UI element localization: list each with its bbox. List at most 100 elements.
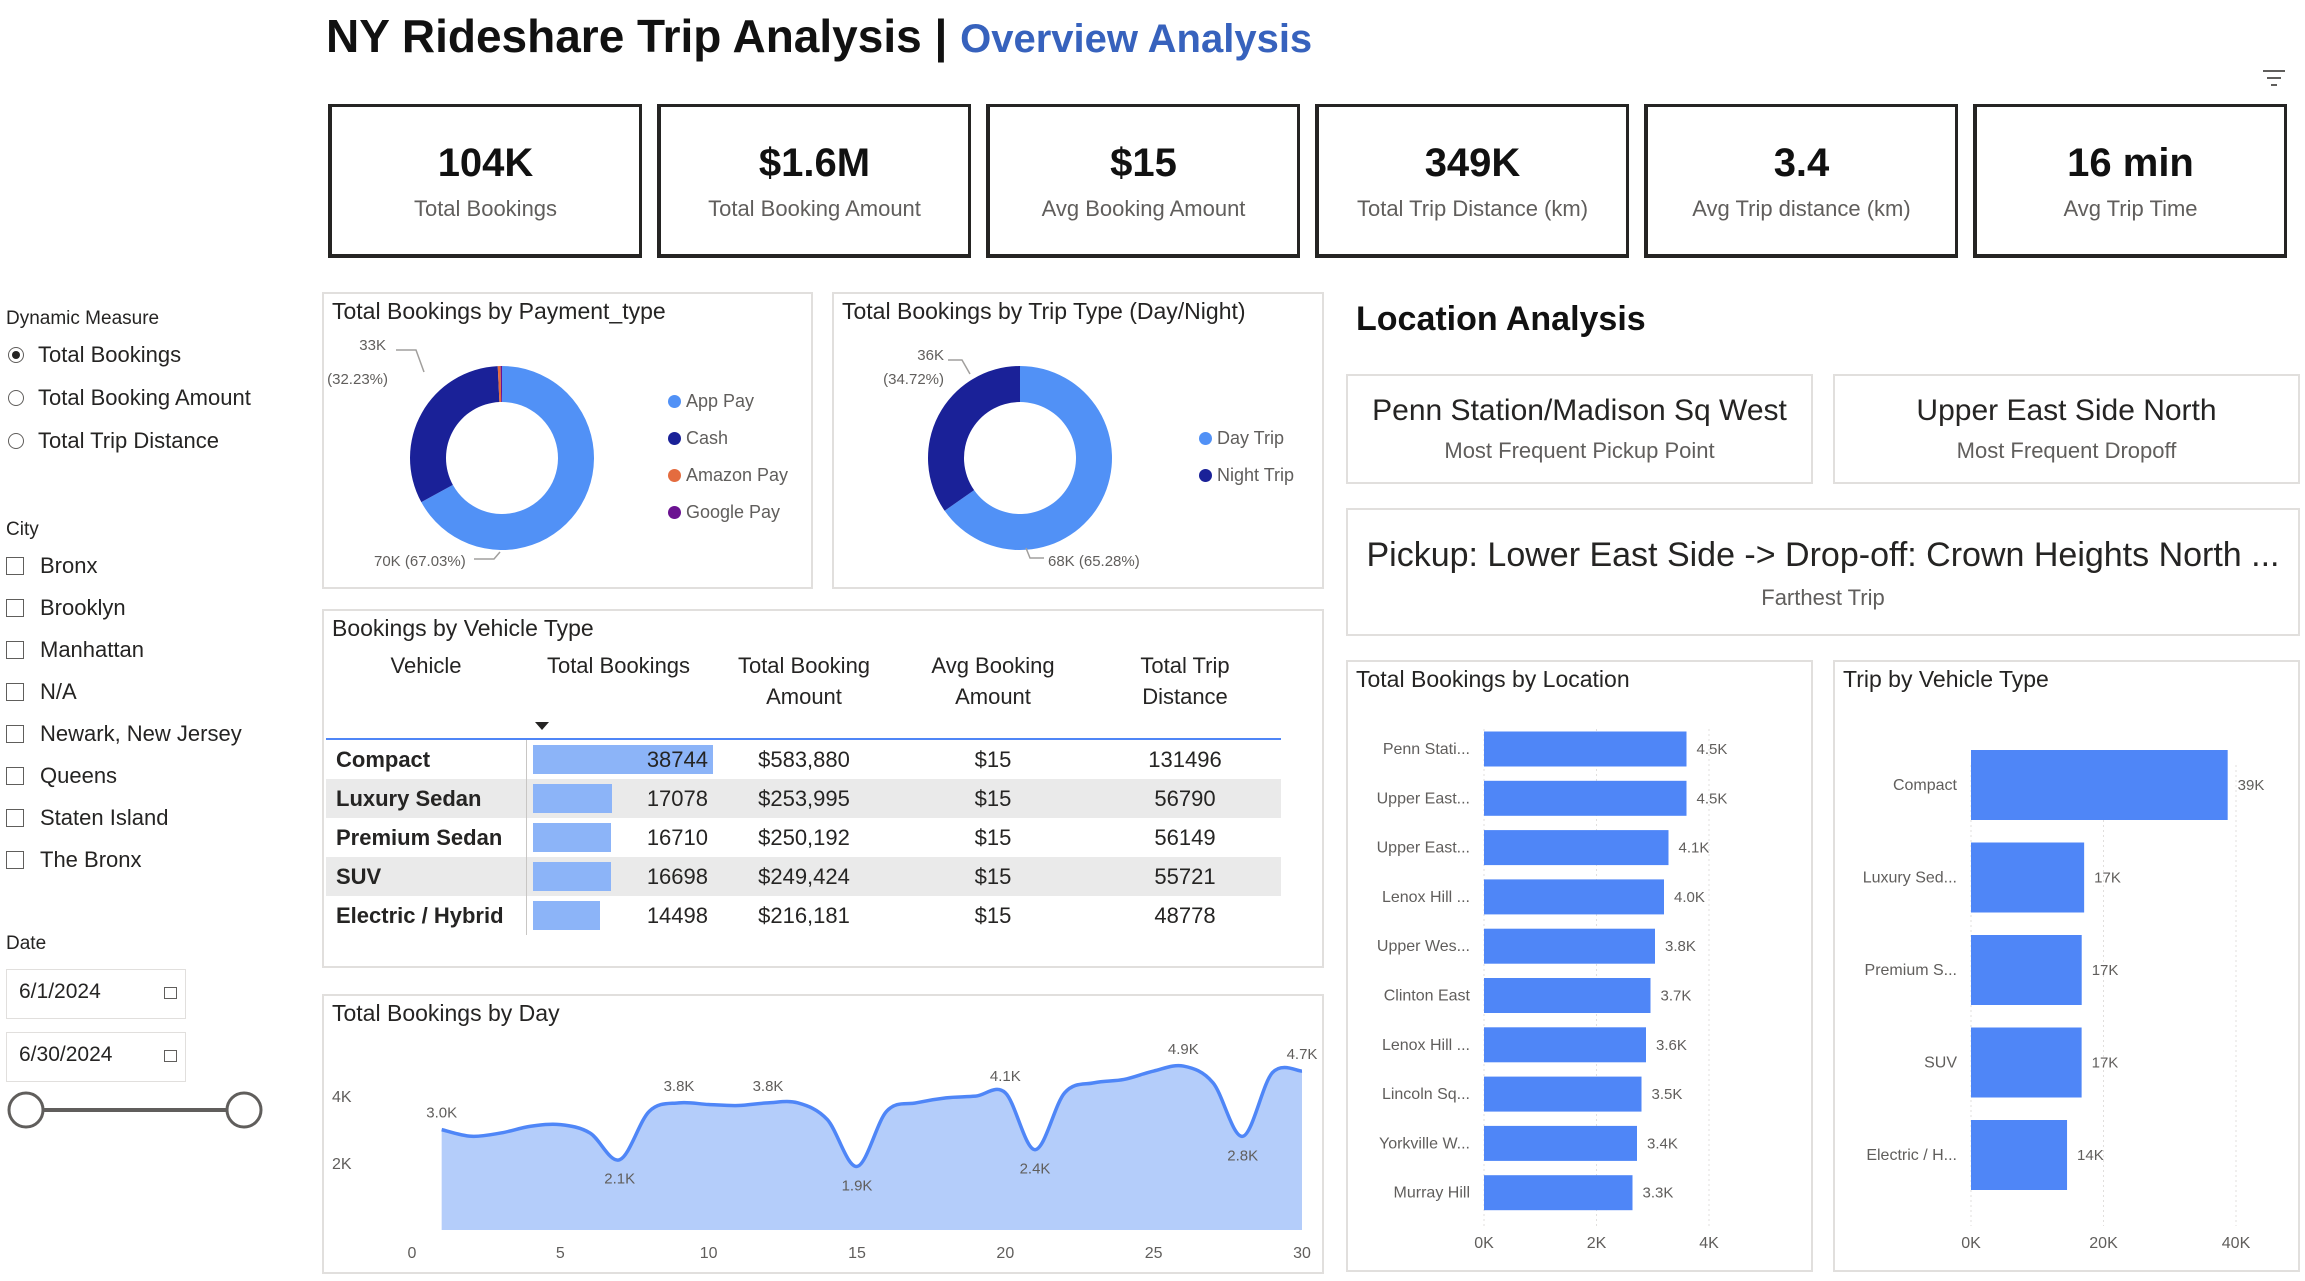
data-label: 68K (65.28%) <box>1048 553 1140 570</box>
data-label: (34.72%) <box>883 371 944 388</box>
date-range-slider[interactable] <box>6 1090 266 1130</box>
city-option-newark[interactable]: Newark, New Jersey <box>6 721 242 747</box>
value-label: 3.7K <box>1661 988 1692 1005</box>
category-label: Luxury Sed... <box>1863 870 1957 887</box>
kpi-label: Total Bookings <box>413 196 558 221</box>
option-label: Total Trip Distance <box>38 428 219 453</box>
col-header-total-trip-distance[interactable]: Total Trip Distance <box>1089 650 1281 738</box>
farthest-value: Pickup: Lower East Side -> Drop-off: Cro… <box>1366 536 2280 574</box>
bar[interactable] <box>1484 1125 1637 1161</box>
bar[interactable] <box>1971 842 2085 913</box>
col-header-total-bookings[interactable]: Total Bookings <box>526 650 711 738</box>
table-row[interactable]: Electric / Hybrid 14498 $216,181 $15 48778 <box>326 896 1281 935</box>
cell-avg-booking-amount: $15 <box>974 863 1012 889</box>
bar[interactable] <box>1484 928 1655 964</box>
city-option-the-bronx[interactable]: The Bronx <box>6 847 142 873</box>
filter-icon[interactable] <box>2261 68 2287 88</box>
measure-option-total-trip-distance[interactable]: Total Trip Distance <box>8 428 219 454</box>
checkbox[interactable] <box>6 725 24 743</box>
slider-handle-end[interactable] <box>225 1091 263 1129</box>
bar[interactable] <box>1484 830 1669 866</box>
cell-total-booking-amount: $249,424 <box>758 863 850 889</box>
date-start-input[interactable]: 6/1/2024 <box>6 969 186 1019</box>
point-label: 2.1K <box>604 1171 635 1188</box>
point-label: 2.4K <box>1020 1161 1051 1178</box>
radio-selected[interactable] <box>8 347 24 363</box>
value-label: 14K <box>2077 1147 2104 1164</box>
city-option-staten-island[interactable]: Staten Island <box>6 805 168 831</box>
date-start-value: 6/1/2024 <box>19 980 101 1003</box>
kpi-card-avg-trip-time: 16 min Avg Trip Time <box>1973 104 2287 258</box>
kpi-card-avg-trip-distance: 3.4 Avg Trip distance (km) <box>1644 104 1958 258</box>
bar[interactable] <box>1484 978 1651 1013</box>
legend-google-pay[interactable]: Google Pay <box>668 502 780 523</box>
kpi-value: 16 min <box>2067 141 2194 185</box>
bar[interactable] <box>1971 1027 2082 1098</box>
legend-app-pay[interactable]: App Pay <box>668 391 754 412</box>
cell-total-booking-amount: $216,181 <box>758 902 850 928</box>
value-label: 4.0K <box>1674 889 1705 906</box>
date-end-input[interactable]: 6/30/2024 <box>6 1032 186 1082</box>
table-row[interactable]: Luxury Sedan 17078 $253,995 $15 56790 <box>326 779 1281 818</box>
legend-label: Cash <box>686 428 729 448</box>
checkbox[interactable] <box>6 683 24 701</box>
kpi-value: $1.6M <box>758 141 871 185</box>
bar[interactable] <box>1971 935 2082 1005</box>
category-label: Premium S... <box>1865 962 1957 979</box>
city-option-queens[interactable]: Queens <box>6 763 117 789</box>
table-row[interactable]: Compact 38744 $583,880 $15 131496 <box>326 740 1281 779</box>
checkbox[interactable] <box>6 809 24 827</box>
legend-cash[interactable]: Cash <box>668 428 728 449</box>
x-tick-label: 20 <box>996 1245 1014 1262</box>
legend-amazon-pay[interactable]: Amazon Pay <box>668 465 788 486</box>
checkbox[interactable] <box>6 641 24 659</box>
col-header-vehicle[interactable]: Vehicle <box>326 650 526 738</box>
area-fill <box>441 1065 1303 1230</box>
x-tick-label: 10 <box>700 1245 718 1262</box>
kpi-label: Total Trip Distance (km) <box>1356 196 1589 221</box>
checkbox[interactable] <box>6 767 24 785</box>
calendar-icon[interactable] <box>164 1050 177 1062</box>
option-label: Staten Island <box>40 805 169 830</box>
bar[interactable] <box>1484 1175 1633 1211</box>
kpi-card-avg-booking-amount: $15 Avg Booking Amount <box>986 104 1300 258</box>
bar[interactable] <box>1971 1120 2068 1190</box>
vehicle-table: Vehicle Total Bookings Total Booking Amou… <box>326 650 1281 935</box>
calendar-icon[interactable] <box>164 987 177 999</box>
radio[interactable] <box>8 433 24 449</box>
radio[interactable] <box>8 390 24 406</box>
legend-dot <box>1199 469 1212 482</box>
col-header-avg-booking-amount[interactable]: Avg Booking Amount <box>897 650 1089 738</box>
legend-night-trip[interactable]: Night Trip <box>1199 465 1294 486</box>
bar[interactable] <box>1484 1076 1642 1112</box>
sort-desc-icon[interactable] <box>534 720 550 732</box>
kpi-label: Total Booking Amount <box>708 196 921 221</box>
bar[interactable] <box>1484 731 1687 767</box>
city-option-manhattan[interactable]: Manhattan <box>6 637 144 663</box>
legend-dot <box>668 469 681 482</box>
slider-handle-start[interactable] <box>7 1091 45 1129</box>
value-label: 17K <box>2092 1055 2119 1072</box>
city-option-bronx[interactable]: Bronx <box>6 553 97 579</box>
city-option-na[interactable]: N/A <box>6 679 77 705</box>
bar[interactable] <box>1971 750 2228 820</box>
donut-slice[interactable] <box>410 366 500 503</box>
bar[interactable] <box>1484 879 1664 915</box>
measure-option-total-bookings[interactable]: Total Bookings <box>8 342 181 368</box>
legend-day-trip[interactable]: Day Trip <box>1199 428 1284 449</box>
table-row[interactable]: Premium Sedan 16710 $250,192 $15 56149 <box>326 818 1281 857</box>
measure-option-total-booking-amount[interactable]: Total Booking Amount <box>8 385 251 411</box>
bar[interactable] <box>1484 780 1687 816</box>
checkbox[interactable] <box>6 599 24 617</box>
table-row[interactable]: SUV 16698 $249,424 $15 55721 <box>326 857 1281 896</box>
cell-avg-booking-amount: $15 <box>974 902 1012 928</box>
kpi-value: $15 <box>1110 141 1177 185</box>
col-header-total-booking-amount[interactable]: Total Booking Amount <box>711 650 897 738</box>
cell-total-bookings: 14498 <box>526 896 711 935</box>
date-end-value: 6/30/2024 <box>19 1043 113 1066</box>
bar[interactable] <box>1484 1027 1646 1063</box>
checkbox[interactable] <box>6 851 24 869</box>
value-label: 17K <box>2094 870 2121 887</box>
checkbox[interactable] <box>6 557 24 575</box>
city-option-brooklyn[interactable]: Brooklyn <box>6 595 126 621</box>
